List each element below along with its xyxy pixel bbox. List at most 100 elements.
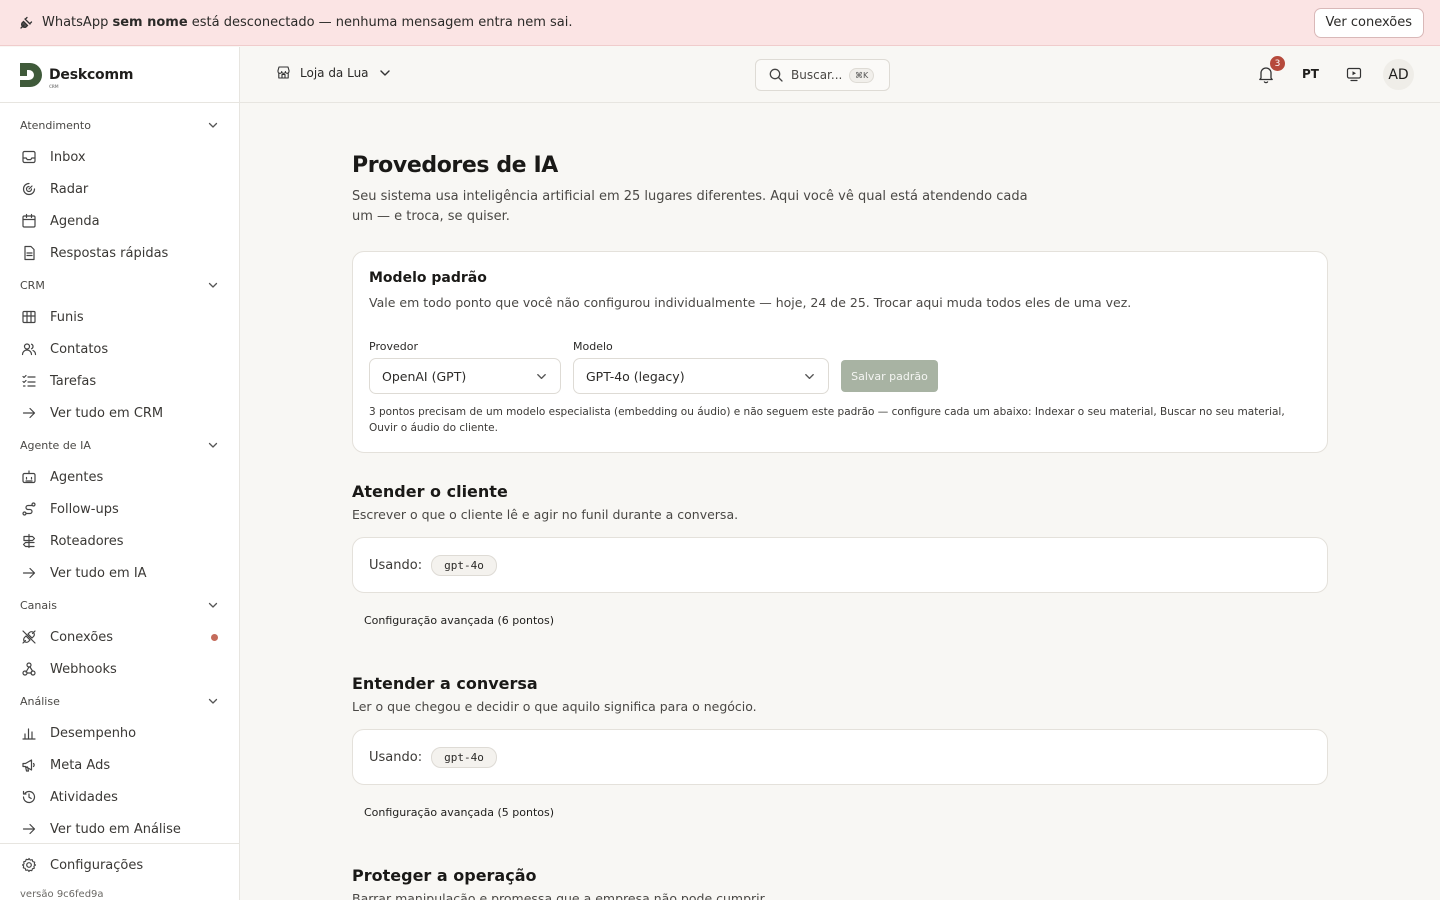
model-select[interactable]: GPT-4o (legacy)	[573, 358, 829, 394]
brand[interactable]: Deskcomm CRM	[0, 47, 239, 103]
model-field: Modelo GPT-4o (legacy)	[573, 340, 829, 394]
sidebar-item-label: Radar	[50, 181, 89, 197]
section-header-label: CRM	[20, 278, 45, 292]
sidebar-item-label: Desempenho	[50, 725, 137, 741]
sidebar-item-funis[interactable]: Funis	[0, 301, 239, 333]
provider-label: Provedor	[369, 340, 418, 353]
provider-value: OpenAI (GPT)	[382, 368, 467, 384]
sidebar-item-conexoes[interactable]: Conexões	[0, 621, 239, 653]
version-label: versão 9c6fed9a	[20, 889, 104, 900]
search-input[interactable]	[791, 68, 849, 82]
card-description: Vale em todo ponto que você não configur…	[369, 295, 1132, 310]
sidebar-item-ver-tudo-em-crm[interactable]: Ver tudo em CRM	[0, 397, 239, 429]
sidebar-item-label: Agentes	[50, 469, 104, 485]
deskcomm-logo-icon	[18, 61, 45, 89]
sidebar-item-follow-ups[interactable]: Follow-ups	[0, 493, 239, 525]
sidebar-item-label: Contatos	[50, 341, 109, 357]
megaphone-icon	[21, 757, 37, 773]
save-default-button[interactable]: Salvar padrão	[841, 360, 938, 392]
sidebar-item-label: Webhooks	[50, 661, 117, 677]
sidebar-item-label: Respostas rápidas	[50, 245, 169, 261]
search-box[interactable]: ⌘K	[755, 59, 890, 91]
language-switcher[interactable]: PT	[1302, 67, 1319, 81]
sidebar-section-header[interactable]: CRM	[0, 269, 239, 301]
model-usage-card: Usando: gpt-4o	[352, 729, 1328, 785]
unplug-icon	[21, 629, 37, 645]
bar-chart-icon	[21, 725, 37, 741]
sidebar-item-label: Follow-ups	[50, 501, 119, 517]
inbox-icon	[21, 149, 37, 165]
notification-badge: 3	[1270, 56, 1285, 71]
chevron-down-icon	[378, 66, 392, 80]
model-chip: gpt-4o	[431, 746, 497, 768]
main-content: Provedores de IA Seu sistema usa intelig…	[352, 103, 1328, 900]
sidebar-item-webhooks[interactable]: Webhooks	[0, 653, 239, 685]
topbar: Loja da Lua ⌘K 3 PT AD	[240, 47, 1440, 103]
contacts-icon	[21, 341, 37, 357]
sidebar-item-settings[interactable]: Configurações	[0, 849, 239, 881]
sidebar-item-label: Inbox	[50, 149, 86, 165]
chevron-down-icon	[207, 119, 219, 131]
using-label: Usando:	[369, 749, 423, 765]
view-connections-button[interactable]: Ver conexões	[1313, 7, 1424, 38]
tasks-icon	[21, 373, 37, 389]
sidebar-item-ver-tudo-em-analise[interactable]: Ver tudo em Análise	[0, 813, 239, 845]
sidebar-item-roteadores[interactable]: Roteadores	[0, 525, 239, 557]
sidebar-item-ver-tudo-em-ia[interactable]: Ver tudo em IA	[0, 557, 239, 589]
sidebar-item-inbox[interactable]: Inbox	[0, 141, 239, 173]
sidebar-item-label: Ver tudo em CRM	[50, 405, 164, 421]
section-description: Barrar manipulação e promessa que a empr…	[352, 891, 768, 900]
sidebar-item-atividades[interactable]: Atividades	[0, 781, 239, 813]
store-selector[interactable]: Loja da Lua	[276, 65, 392, 80]
arrow-right-icon	[21, 405, 37, 421]
store-name: Loja da Lua	[300, 65, 369, 80]
route-icon	[21, 501, 37, 517]
webhook-icon	[21, 661, 37, 677]
avatar[interactable]: AD	[1383, 59, 1414, 90]
section-title: Entender a conversa	[352, 674, 538, 693]
sidebar-section-header[interactable]: Atendimento	[0, 109, 239, 141]
advanced-config-toggle[interactable]: Configuração avançada (5 pontos)	[364, 806, 554, 819]
connection-name: sem nome	[112, 15, 188, 30]
chevron-down-icon	[207, 439, 219, 451]
sidebar-item-label: Tarefas	[50, 373, 97, 389]
model-chip: gpt-4o	[431, 554, 497, 576]
chevron-down-icon	[207, 279, 219, 291]
sidebar-section-header[interactable]: Canais	[0, 589, 239, 621]
sidebar-item-contatos[interactable]: Contatos	[0, 333, 239, 365]
presentation-icon[interactable]	[1346, 66, 1362, 82]
signpost-icon	[21, 533, 37, 549]
sidebar-footer: Configurações versão 9c6fed9a	[0, 843, 239, 900]
sidebar-item-label: Ver tudo em IA	[50, 565, 147, 581]
sidebar-item-label: Conexões	[50, 629, 114, 645]
bot-icon	[21, 469, 37, 485]
card-title: Modelo padrão	[369, 270, 487, 286]
section-title: Atender o cliente	[352, 482, 508, 501]
sidebar-item-tarefas[interactable]: Tarefas	[0, 365, 239, 397]
sidebar-item-label: Meta Ads	[50, 757, 111, 773]
sidebar-item-agenda[interactable]: Agenda	[0, 205, 239, 237]
sidebar-item-agentes[interactable]: Agentes	[0, 461, 239, 493]
banner-message: WhatsApp sem nome está desconectado — ne…	[42, 15, 573, 30]
specialist-hint: 3 pontos precisam de um modelo especiali…	[369, 406, 1285, 434]
chevron-down-icon	[803, 370, 816, 383]
provider-select[interactable]: OpenAI (GPT)	[369, 358, 561, 394]
section-description: Escrever o que o cliente lê e agir no fu…	[352, 507, 739, 522]
sidebar-item-meta-ads[interactable]: Meta Ads	[0, 749, 239, 781]
disconnect-banner: WhatsApp sem nome está desconectado — ne…	[0, 0, 1440, 46]
model-value: GPT-4o (legacy)	[586, 368, 685, 384]
page-description: Seu sistema usa inteligência artificial …	[352, 189, 1028, 224]
search-icon	[768, 67, 784, 83]
section-header-label: Análise	[20, 694, 60, 708]
sidebar-section-header[interactable]: Análise	[0, 685, 239, 717]
sidebar-item-respostas-rapidas[interactable]: Respostas rápidas	[0, 237, 239, 269]
alert-dot	[211, 633, 218, 641]
sidebar-section-header[interactable]: Agente de IA	[0, 429, 239, 461]
page-title: Provedores de IA	[352, 153, 558, 178]
sidebar-nav: Atendimento Inbox Radar Agenda Respostas…	[0, 103, 239, 845]
advanced-config-toggle[interactable]: Configuração avançada (6 pontos)	[364, 614, 554, 627]
sidebar-item-radar[interactable]: Radar	[0, 173, 239, 205]
sidebar-item-label: Agenda	[50, 213, 100, 229]
arrow-right-icon	[21, 821, 37, 837]
sidebar-item-desempenho[interactable]: Desempenho	[0, 717, 239, 749]
